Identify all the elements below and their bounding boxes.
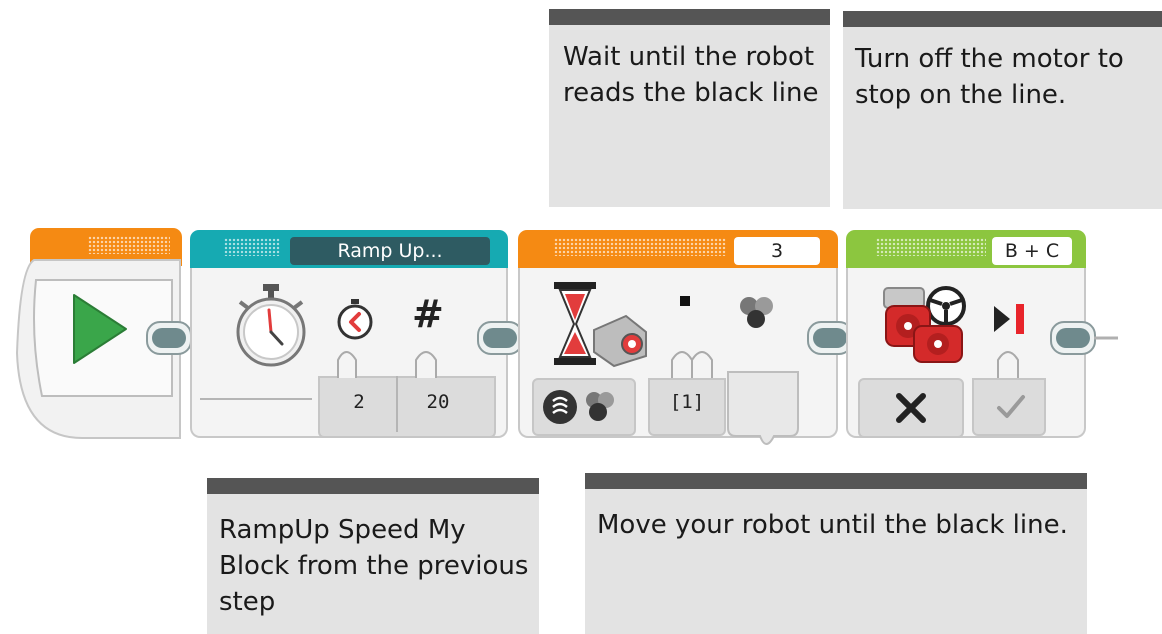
param-value-1[interactable]: 2: [330, 380, 388, 424]
comment-move[interactable]: Move your robot until the black line.: [585, 473, 1087, 634]
comment-text: Turn off the motor to stop on the line.: [855, 44, 1124, 110]
color-set-value[interactable]: [1]: [652, 380, 722, 424]
timer-icon: [337, 299, 373, 340]
port-selector[interactable]: 3: [734, 237, 820, 265]
comment-turn-off[interactable]: Turn off the motor to stop on the line.: [843, 11, 1162, 209]
comment-bar: [549, 9, 830, 25]
color-compare-icon: [543, 390, 614, 424]
stopwatch-icon: [236, 284, 306, 367]
comment-bar: [207, 478, 539, 494]
divider: [396, 376, 398, 432]
comment-ramp-up[interactable]: RampUp Speed My Block from the previous …: [207, 478, 539, 634]
comment-text: RampUp Speed My Block from the previous …: [219, 515, 529, 617]
block-grip: [876, 238, 986, 256]
sequence-connector: [146, 321, 192, 355]
comment-bar: [585, 473, 1087, 489]
color-sensor-icon: [593, 314, 647, 368]
block-grip: [554, 238, 726, 256]
wait-block[interactable]: 3 [1]: [518, 230, 838, 448]
play-icon: [73, 294, 127, 364]
block-grip: [224, 238, 280, 256]
steering-motor-icon: [883, 286, 966, 363]
mode-selector[interactable]: [858, 378, 964, 438]
comment-bar: [843, 11, 1162, 27]
param-value-2[interactable]: 20: [402, 380, 474, 424]
comment-text: Move your robot until the black line.: [597, 510, 1068, 540]
param-notch: [997, 351, 1019, 378]
mode-square-icon: [680, 296, 690, 306]
comment-wait[interactable]: Wait until the robot reads the black lin…: [549, 9, 830, 207]
checkmark-icon: [997, 395, 1025, 418]
ramp-up-my-block[interactable]: Ramp Up... # 2 20: [190, 230, 508, 448]
brake-at-end-tab[interactable]: [972, 378, 1046, 436]
sequence-output-connector[interactable]: [1050, 321, 1120, 355]
sequence-connector: [477, 321, 523, 355]
color-dots-icon: [740, 297, 773, 328]
comment-text: Wait until the robot reads the black lin…: [563, 42, 819, 108]
hash-icon: #: [412, 292, 444, 336]
mode-selector[interactable]: [532, 378, 636, 436]
divider: [200, 398, 312, 400]
port-selector[interactable]: B + C: [992, 237, 1072, 265]
close-icon: [896, 393, 926, 423]
my-block-name-label: Ramp Up...: [290, 237, 490, 265]
play-stop-icon: [994, 304, 1024, 334]
output-plug: [727, 371, 799, 445]
